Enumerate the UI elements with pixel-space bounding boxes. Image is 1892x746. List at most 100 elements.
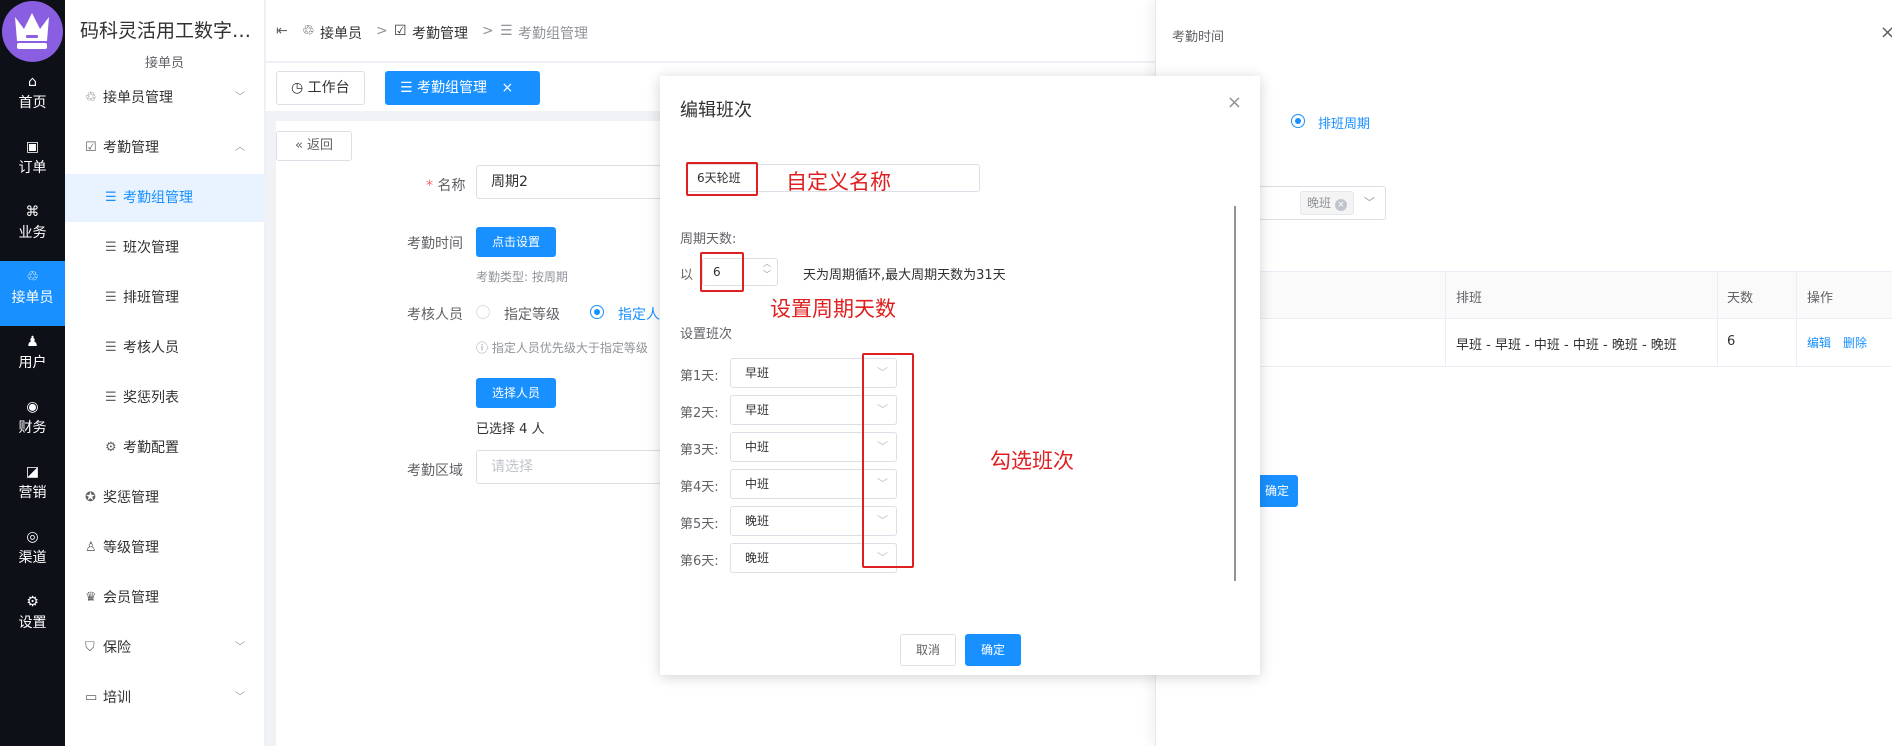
breadcrumb-separator: > (376, 23, 388, 39)
menu-item-label: 保险 (103, 640, 131, 656)
selected-count: 已选择 4 人 (476, 422, 545, 437)
menu-item[interactable]: ⚙ 考勤配置 (65, 424, 265, 472)
edit-shift-dialog: 编辑班次 × 6天轮班 自定义名称 周期天数: 以 6 ︿ ﹀ 天为周期循环,最… (660, 76, 1260, 675)
cycle-days-label: 周期天数: (680, 232, 737, 247)
rail-item[interactable]: ♲ 接单员 (0, 261, 65, 326)
menu-item[interactable]: ⛉ 保险 ﹀ (65, 624, 265, 672)
row-edit-link[interactable]: 编辑 (1807, 334, 1831, 351)
channel-icon: ◎ (26, 529, 39, 545)
people-label: 考核人员 (407, 307, 463, 323)
list-icon: ☰ (400, 80, 413, 96)
rail-item[interactable]: ◪ 营销 (0, 456, 65, 521)
rail-item[interactable]: ◎ 渠道 (0, 521, 65, 586)
rail-item-label: 渠道 (18, 550, 47, 566)
annotation-box-cycle (700, 252, 744, 292)
menu-item[interactable]: ✪ 奖惩管理 (65, 474, 265, 522)
stepper-down-icon[interactable]: ﹀ (763, 262, 771, 285)
dialog-close-icon[interactable]: × (1227, 92, 1242, 113)
menu-item-label: 接单员管理 (103, 90, 173, 106)
top-header: ⇤ ♲ 接单员 > ☑ 考勤管理 > ☰ 考勤组管理 (266, 0, 1156, 62)
col-divider (1445, 319, 1446, 367)
menu-item[interactable]: ☰ 考勤组管理 (65, 174, 265, 222)
priority-hint: ⓘ 指定人员优先级大于指定等级 (476, 339, 648, 356)
menu-item-label: 奖惩管理 (103, 490, 159, 506)
breadcrumb-item[interactable]: 考勤管理 (412, 23, 468, 43)
rail-item-label: 订单 (18, 160, 47, 176)
shift-tag: 晚班 × (1300, 191, 1355, 215)
day-shift-value: 早班 (745, 403, 770, 417)
day-label: 第4天: (680, 480, 719, 495)
crown-logo-icon (2, 1, 63, 62)
rail-item[interactable]: ⌂ 首页 (0, 66, 65, 131)
tab-label: 考勤组管理 (417, 80, 488, 96)
cancel-button[interactable]: 取消 (900, 634, 956, 666)
table-header-days: 天数 (1727, 291, 1754, 306)
radio-level[interactable] (476, 305, 490, 319)
menu-item[interactable]: ☑ 考勤管理 ︿ (65, 124, 265, 172)
annotation-name: 自定义名称 (786, 170, 891, 194)
rail-item-label: 营销 (18, 485, 47, 501)
menu-item-label: 等级管理 (103, 540, 159, 556)
table-header-schedule: 排班 (1456, 291, 1483, 306)
row-delete-link[interactable]: 删除 (1843, 334, 1867, 351)
rail-item[interactable]: ♟ 用户 (0, 326, 65, 391)
list-icon: ☰ (105, 340, 117, 355)
list-icon: ☰ (105, 190, 117, 205)
menu-item[interactable]: ☰ 班次管理 (65, 224, 265, 272)
rail-item[interactable]: ▣ 订单 (0, 131, 65, 196)
annotation-box-name (686, 162, 758, 196)
back-button[interactable]: « 返回 (276, 131, 352, 161)
radio-schedule-cycle[interactable] (1291, 114, 1305, 128)
breadcrumb-current: 考勤组管理 (518, 26, 588, 42)
menu-item[interactable]: ♙ 等级管理 (65, 524, 265, 572)
radio-person-label: 指定人 (618, 307, 660, 323)
collapse-menu-icon[interactable]: ⇤ (276, 23, 288, 39)
side-menu: 码科灵活用工数字… 接单员 ♲ 接单员管理 ﹀ ☑ 考勤管理 ︿ ☰ 考勤组管理 ☰ 班次管理 ☰ 排… (65, 0, 265, 746)
tab-attendance-group[interactable]: ☰ 考勤组管理 × (385, 71, 540, 105)
tag-close-icon[interactable]: × (1335, 199, 1348, 211)
menu-item[interactable]: ♲ 接单员管理 ﹀ (65, 74, 265, 122)
menu-item-label: 考勤配置 (123, 440, 179, 456)
day-label: 第6天: (680, 554, 719, 569)
chevron-icon: ﹀ (235, 692, 245, 703)
finance-icon: ◉ (26, 399, 39, 415)
radio-person[interactable] (590, 305, 604, 319)
tab-close-icon[interactable]: × (501, 80, 513, 96)
app-subtitle: 接单员 (145, 56, 185, 71)
annotation-box-shifts (862, 353, 914, 568)
tab-workbench[interactable]: ◷ 工作台 (276, 71, 365, 105)
cycle-prefix: 以 (680, 268, 694, 283)
rail-item[interactable]: ◉ 财务 (0, 391, 65, 456)
menu-item[interactable]: ☰ 考核人员 (65, 324, 265, 372)
menu-item-label: 班次管理 (123, 240, 179, 256)
rail-item[interactable]: ⌘ 业务 (0, 196, 65, 261)
name-label-text: 名称 (437, 178, 466, 194)
vip-icon: ♛ (85, 590, 97, 605)
menu-item-label: 会员管理 (103, 590, 159, 606)
list-icon: ☰ (105, 390, 117, 405)
rail-item-label: 接单员 (11, 290, 54, 306)
day-shift-value: 中班 (745, 477, 770, 491)
drawer-close-icon[interactable]: × (1880, 22, 1892, 43)
confirm-button[interactable]: 确定 (965, 634, 1021, 666)
chevron-icon: ﹀ (235, 92, 245, 103)
rail-item-label: 首页 (18, 95, 47, 111)
menu-item[interactable]: ☰ 奖惩列表 (65, 374, 265, 422)
annotation-cycle: 设置周期天数 (770, 297, 896, 321)
menu-item-label: 奖惩列表 (123, 390, 179, 406)
menu-item[interactable]: ♛ 会员管理 (65, 574, 265, 622)
order-icon: ▣ (25, 139, 40, 155)
menu-item[interactable]: ▭ 培训 ﹀ (65, 674, 265, 722)
dialog-scrollbar[interactable] (1234, 206, 1236, 581)
col-divider (1796, 272, 1797, 320)
select-people-button[interactable]: 选择人员 (476, 378, 556, 408)
col-divider (1796, 319, 1797, 367)
menu-item[interactable]: ☰ 排班管理 (65, 274, 265, 322)
breadcrumb-icon-check: ☑ (394, 23, 407, 39)
breadcrumb-item[interactable]: 接单员 (320, 23, 362, 43)
rail-item-label: 业务 (18, 225, 47, 241)
rail-item[interactable]: ⚙ 设置 (0, 586, 65, 651)
radio-schedule-cycle-label: 排班周期 (1318, 117, 1371, 132)
level-icon: ♙ (85, 540, 97, 555)
set-time-button[interactable]: 点击设置 (476, 227, 556, 257)
